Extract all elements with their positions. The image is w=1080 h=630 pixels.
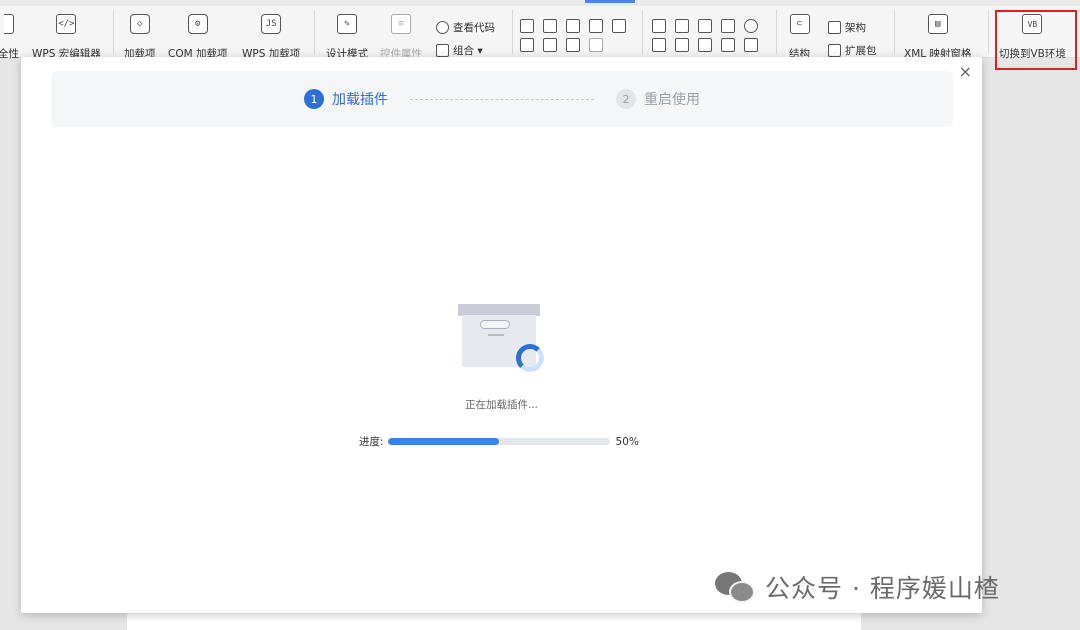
- form-controls-group: [652, 19, 760, 52]
- active-tab-indicator: [585, 0, 635, 3]
- dropdown-list-icon[interactable]: [543, 38, 557, 52]
- picture-control-icon[interactable]: [566, 19, 580, 33]
- step-number: 2: [616, 89, 636, 109]
- rich-text-control-icon[interactable]: [543, 19, 557, 33]
- ribbon-separator: [113, 10, 114, 54]
- wechat-icon: [715, 570, 757, 604]
- ribbon-item-macro-editor[interactable]: </> WPS 宏编辑器: [32, 14, 101, 61]
- document-page: [127, 612, 861, 630]
- repeating-section-icon[interactable]: [589, 38, 603, 52]
- progress-label: 进度:: [359, 436, 384, 448]
- plugin-load-dialog: × 1 加载插件 2 重启使用 正在加载插件... 进度: 50%: [21, 57, 982, 613]
- step-load-plugin: 1 加载插件: [304, 89, 388, 109]
- loading-box-illustration: [458, 304, 550, 376]
- progress-value: 50%: [615, 435, 639, 448]
- cube-icon: ◇: [129, 14, 150, 34]
- expansion-pack-label: 扩展包: [845, 45, 877, 57]
- label-control-icon[interactable]: [652, 38, 666, 52]
- ribbon-item-security[interactable]: 全性: [0, 14, 19, 61]
- expansion-pack-icon: [828, 44, 841, 57]
- tab-strip: [0, 0, 1080, 6]
- step-label: 重启使用: [644, 92, 700, 108]
- ribbon-separator: [512, 10, 513, 54]
- step-label: 加载插件: [332, 92, 388, 108]
- progress-fill: [387, 438, 499, 445]
- list-box-icon[interactable]: [698, 19, 712, 33]
- watermark: 公众号 · 程序媛山楂: [715, 569, 1000, 605]
- highlight-box: [995, 10, 1077, 70]
- code-icon: [436, 21, 449, 34]
- loading-status-text: 正在加载插件...: [464, 399, 538, 411]
- progress-track: [387, 438, 610, 445]
- expansion-pack-button[interactable]: 扩展包: [828, 43, 877, 58]
- ribbon-item-structure[interactable]: ⊂ 结构: [789, 14, 810, 61]
- ribbon-item-addins[interactable]: ◇ 加载项: [124, 14, 156, 61]
- frame-icon[interactable]: [721, 19, 735, 33]
- ribbon-item-label: 全性: [0, 48, 19, 60]
- step-restart: 2 重启使用: [616, 89, 700, 109]
- date-picker-icon[interactable]: [566, 38, 580, 52]
- checkbox-control-icon[interactable]: [612, 19, 626, 33]
- control-properties-icon: ≡: [391, 14, 411, 34]
- view-code-button[interactable]: 查看代码: [436, 20, 495, 35]
- group-icon: [436, 44, 449, 57]
- image-control-icon[interactable]: [698, 38, 712, 52]
- architecture-button[interactable]: 架构: [828, 20, 866, 35]
- xml-mapping-icon: ▤: [927, 14, 948, 34]
- cube-gear-icon: ⚙: [187, 14, 208, 34]
- ribbon-item-wps-addins[interactable]: JS WPS 加载项: [242, 14, 300, 61]
- close-icon[interactable]: ×: [959, 61, 972, 83]
- progress-row: 进度: 50%: [359, 434, 639, 449]
- ribbon-separator: [642, 10, 643, 54]
- scrollbar-control-icon[interactable]: [721, 38, 735, 52]
- box-line: [488, 334, 504, 336]
- step-connector: [410, 98, 594, 100]
- option-button-icon[interactable]: [744, 19, 758, 33]
- loading-spinner-icon: [516, 344, 544, 372]
- building-block-icon[interactable]: [589, 19, 603, 33]
- architecture-icon: [828, 21, 841, 34]
- ribbon-separator: [988, 10, 989, 54]
- design-mode-icon: ✎: [337, 14, 357, 34]
- textbox-control-icon[interactable]: [675, 38, 689, 52]
- ribbon-separator: [894, 10, 895, 54]
- text-control-icon[interactable]: [520, 19, 534, 33]
- text-controls-group: [520, 19, 628, 52]
- ribbon-item-com-addins[interactable]: ⚙ COM 加载项: [168, 14, 228, 61]
- structure-icon: ⊂: [789, 14, 810, 34]
- ribbon-separator: [776, 10, 777, 54]
- architecture-label: 架构: [845, 22, 866, 34]
- ribbon-toolbar: 全性 </> WPS 宏编辑器 ◇ 加载项 ⚙ COM 加载项 JS WPS 加…: [0, 0, 1080, 61]
- ribbon-item-control-properties[interactable]: ≡ 控件属性: [380, 14, 422, 61]
- checkbox-icon[interactable]: [675, 19, 689, 33]
- watermark-text: 公众号 · 程序媛山楂: [765, 574, 1000, 603]
- combo-box-icon[interactable]: [520, 38, 534, 52]
- spin-control-icon[interactable]: [744, 38, 758, 52]
- stepper: 1 加载插件 2 重启使用: [51, 71, 953, 127]
- cube-js-icon: JS: [261, 14, 282, 34]
- shield-partial-icon: [3, 14, 14, 34]
- ribbon-item-design-mode[interactable]: ✎ 设计模式: [326, 14, 368, 61]
- button-control-icon[interactable]: [652, 19, 666, 33]
- box-slot: [480, 320, 510, 329]
- combine-button[interactable]: 组合 ▾: [436, 43, 483, 58]
- combine-label: 组合 ▾: [453, 45, 483, 57]
- macro-editor-icon: </>: [56, 14, 77, 34]
- step-number: 1: [304, 89, 324, 109]
- ribbon-separator: [314, 10, 315, 54]
- ribbon-item-xml-mapping[interactable]: ▤ XML 映射窗格: [904, 14, 971, 61]
- view-code-label: 查看代码: [453, 22, 495, 34]
